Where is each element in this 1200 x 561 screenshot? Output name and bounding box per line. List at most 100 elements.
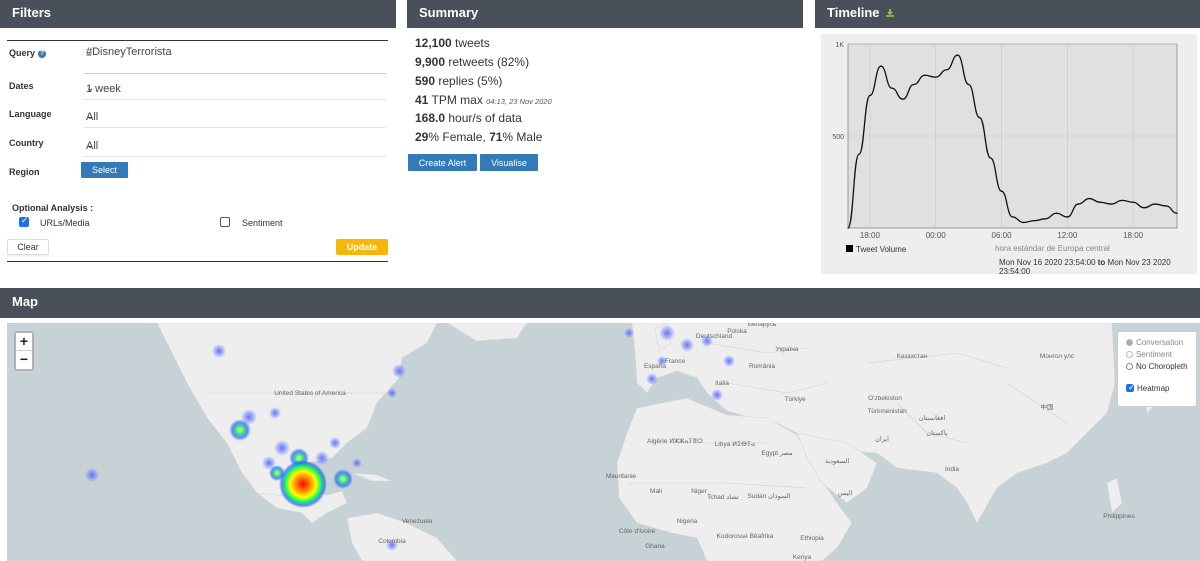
urls-label: URLs/Media [40,218,90,228]
timeline-chart[interactable]: 500 1K 18:00 00:00 06:00 12:00 18:00 Tweet Volu… [821,34,1197,274]
dates-select[interactable]: 1 week ⌄ [84,78,386,100]
create-alert-button[interactable]: Create Alert [408,154,477,171]
layer-conversation[interactable]: Conversation [1126,338,1183,347]
data-point [1077,203,1079,205]
sentiment-checkbox[interactable] [220,217,230,227]
chevron-down-icon: ⌄ [86,140,95,151]
data-point [1099,201,1101,203]
info-icon[interactable]: ? [38,50,47,58]
layer-sentiment[interactable]: Sentiment [1126,350,1172,359]
x-tick-label: 18:00 [1123,231,1144,240]
heatmap-checkbox[interactable] [1126,382,1136,393]
data-point [935,76,937,78]
map-label: Türkmenistan [867,408,907,415]
data-point [924,74,926,76]
dates-label: Dates [9,81,34,91]
replies-stat: 590 replies (5%) [415,74,503,88]
data-point [858,153,860,155]
language-row: Language All ⌄ [7,106,388,134]
resize-handle-icon[interactable]: ◢ [86,49,385,72]
cuba-land [351,472,393,482]
timeline-panel: Timeline 500 1K 18:00 00:00 06:00 12:00 18:00 T… [815,0,1200,290]
country-select[interactable]: All ⌄ [84,135,386,157]
timeline-header: Timeline [815,0,1200,28]
legend-swatch [846,245,853,252]
hours-stat: 168.0 hour/s of data [415,111,522,125]
data-point [1033,220,1036,222]
map-label: افغانستان [919,414,946,422]
map-label: اليمن [838,489,853,497]
map-label: España [644,363,666,370]
layer-control: Conversation Sentiment No Choropleth Hea… [1117,331,1197,407]
map-label: Kodorossé Bêafrika [717,533,774,540]
zoom-in-button[interactable]: + [16,333,32,351]
map-label: India [945,466,959,473]
query-row: Query? #DisneyTerrorista ◢ [7,44,388,74]
data-point [891,87,893,89]
map-label: Philippines [1103,513,1135,520]
data-point [1055,212,1057,214]
map-label: Egypt مصر [761,450,793,457]
region-select-button[interactable]: Select [81,162,128,178]
map-label: السعودية [825,457,849,465]
visualise-button[interactable]: Visualise [480,154,538,171]
data-point [957,54,959,56]
query-label: Query? [9,48,47,58]
gender-stat: 29% Female, 71% Male [415,130,543,144]
data-point [1022,221,1025,224]
map-title: Map [0,288,1200,318]
map-label: Україна [776,346,799,353]
filters-panel: Filters Query? #DisneyTerrorista ◢ Dates… [0,0,396,290]
x-tick-label: 18:00 [860,231,881,240]
data-point [913,83,915,86]
country-label: Country [9,138,44,148]
map-label: O'zbekiston [868,395,902,402]
zoom-control: + − [14,331,34,371]
urls-checkbox[interactable] [19,215,29,227]
data-point [902,98,904,100]
language-select[interactable]: All ⌄ [84,106,386,128]
map-label: Türkiye [784,396,806,403]
data-point [880,65,882,67]
country-row: Country All ⌄ [7,135,388,163]
map-label: Venezuela [402,518,433,525]
y-tick-label: 1K [835,42,844,49]
data-point [1088,197,1090,200]
summary-title: Summary [407,0,803,28]
data-point [1066,216,1068,218]
data-point [979,117,981,119]
map-label: Italia [715,380,729,387]
world-map[interactable]: United States of AmericaDeutschlandPolsk… [7,323,1200,561]
map-label: United States of America [274,390,346,397]
data-point [1011,216,1014,218]
tweets-stat: 12,100 tweets [415,36,490,50]
data-point [847,227,849,229]
data-point [1143,207,1145,209]
chevron-down-icon: ⌄ [86,111,95,122]
x-tick-label: 00:00 [926,231,947,240]
greenland-land [446,323,528,342]
map-canvas[interactable]: United States of America Deutschland Polsk… [7,323,1200,561]
data-point [1132,201,1134,203]
map-label: Mali [650,488,662,495]
clear-button[interactable]: Clear [7,239,49,255]
map-label: Nigeria [677,518,698,525]
map-label: România [749,363,775,370]
date-range: Mon Nov 16 2020 23:54:00 to Mon Nov 23 2… [999,258,1171,276]
data-point [1154,203,1156,205]
filters-title: Filters [0,0,396,28]
download-icon[interactable] [886,0,895,17]
map-label: Libya ⵍⵉⴱⵢⴰ [715,441,756,448]
query-input[interactable]: #DisneyTerrorista ◢ [84,44,386,74]
heatmap-toggle[interactable]: Heatmap [1126,382,1169,393]
radio-icon [1126,339,1133,346]
radio-icon [1126,363,1133,370]
zoom-out-button[interactable]: − [16,351,32,369]
data-point [1110,203,1112,205]
filters-divider [7,261,388,262]
map-label: Mauritanie [606,473,637,480]
update-button[interactable]: Update [336,239,388,255]
summary-panel: Summary 12,100 tweets 9,900 retweets (82… [407,0,803,290]
layer-no-choropleth[interactable]: No Choropleth [1126,362,1188,371]
map-label: Tchad تشاد [707,493,739,501]
